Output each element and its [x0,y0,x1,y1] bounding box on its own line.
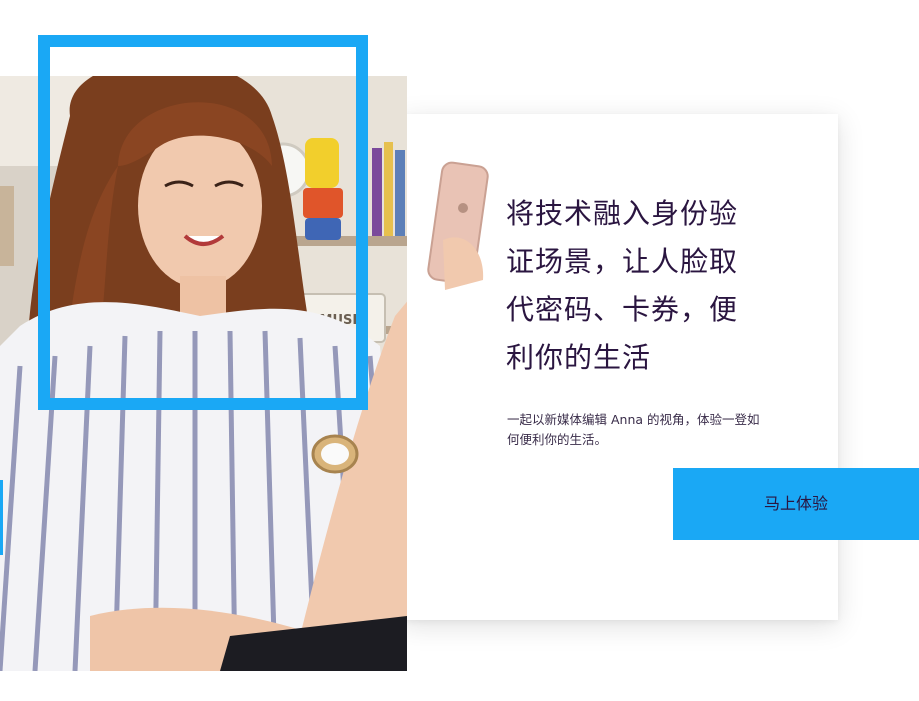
accent-edge-strip [0,480,3,555]
hero-headline: 将技术融入身份验证场景，让人脸取代密码、卡券，便利你的生活 [506,197,739,374]
phone-image [427,161,489,290]
try-now-button[interactable]: 马上体验 [673,468,919,540]
hero-section: AM MUSIC [0,0,919,701]
hero-subtext: 一起以新媒体编辑 Anna 的视角，体验一登如何便利你的生活。 [507,412,760,447]
hero-photo: AM MUSIC [0,76,407,671]
